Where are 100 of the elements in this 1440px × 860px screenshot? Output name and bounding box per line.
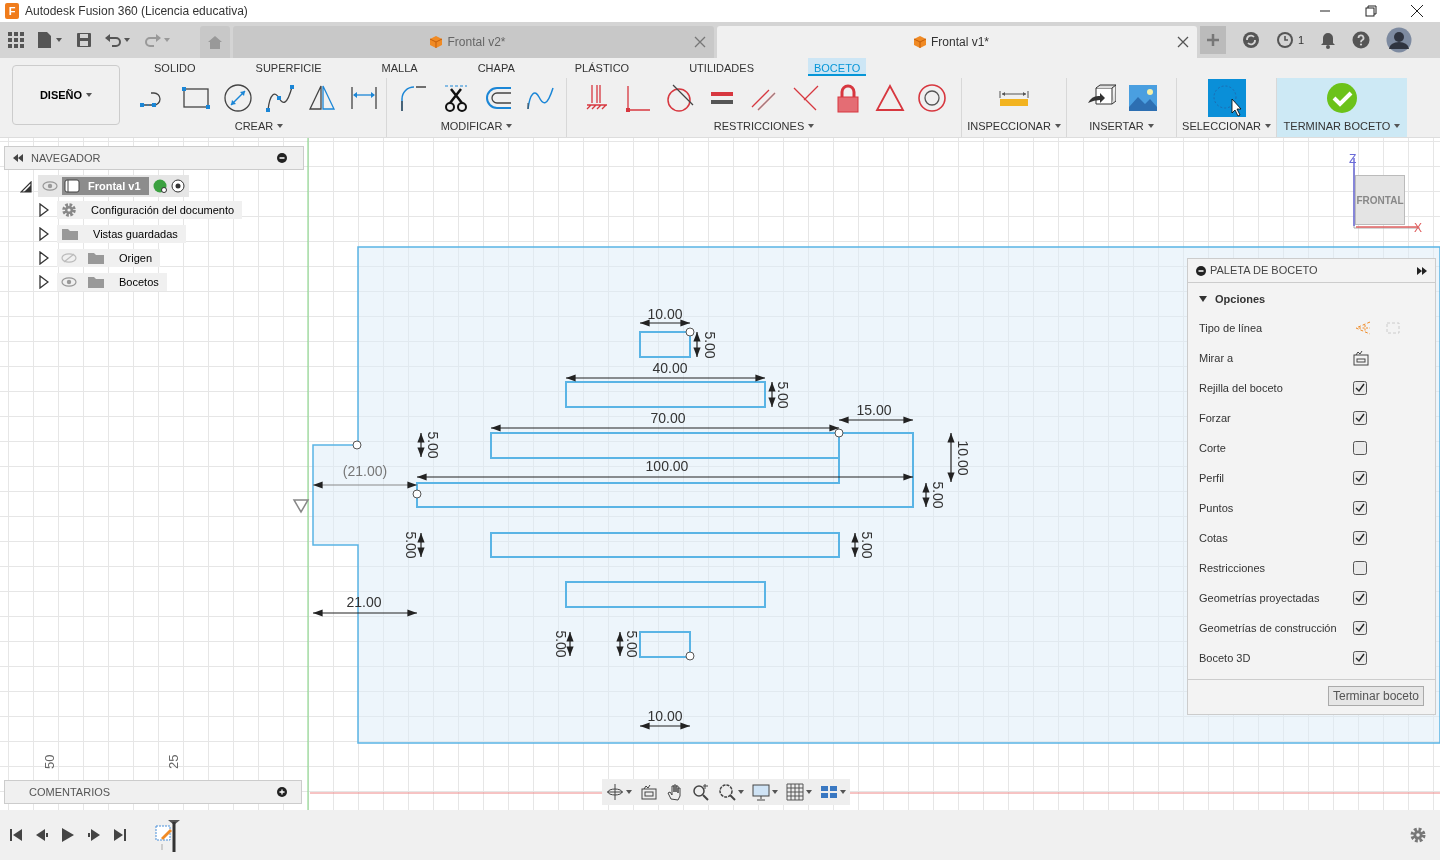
sketch-point[interactable]: [685, 327, 695, 337]
tool-group-menu[interactable]: CREAR: [234, 118, 284, 135]
document-tab[interactable]: Frontal v1*: [717, 26, 1197, 58]
sketch-point[interactable]: [834, 428, 844, 438]
step-forward-icon[interactable]: [88, 829, 100, 841]
checkbox[interactable]: [1353, 411, 1367, 425]
document-tab[interactable]: Frontal v2*: [233, 26, 714, 58]
crossing-lines-icon[interactable]: [791, 83, 821, 113]
zoom-icon[interactable]: [692, 783, 710, 801]
collapse-arrows-icon[interactable]: [13, 154, 23, 162]
perpendicular-icon[interactable]: [623, 83, 653, 113]
skip-end-icon[interactable]: [114, 829, 126, 841]
tangent-circle-icon[interactable]: [665, 83, 695, 113]
toolbar-tab[interactable]: MALLA: [375, 58, 424, 76]
dimension-value[interactable]: 5.00: [624, 630, 641, 658]
clock-icon[interactable]: [1276, 31, 1294, 49]
sketch-point[interactable]: [412, 489, 422, 499]
collapsed-triangle-icon[interactable]: [39, 251, 49, 265]
collapsed-triangle-icon[interactable]: [39, 203, 49, 217]
checkbox[interactable]: [1353, 651, 1367, 665]
collapsed-triangle-icon[interactable]: [39, 227, 49, 241]
display-icon[interactable]: [752, 783, 770, 801]
checkbox[interactable]: [1353, 381, 1367, 395]
dimension-value[interactable]: 100.00: [645, 458, 689, 474]
dimension-value[interactable]: 5.00: [553, 630, 570, 658]
play-icon[interactable]: [62, 828, 74, 842]
checkbox[interactable]: [1353, 531, 1367, 545]
concentric-circles-icon[interactable]: [917, 83, 947, 113]
pointer-icon[interactable]: [1207, 79, 1246, 117]
finish-sketch-button[interactable]: Terminar boceto: [1327, 686, 1424, 706]
close-icon[interactable]: [1177, 36, 1189, 48]
toolbar-tab[interactable]: SUPERFICIE: [249, 58, 328, 76]
activate-badge-icon[interactable]: [152, 179, 167, 193]
dimension-value[interactable]: 15.00: [856, 402, 892, 418]
sketch-feature-icon[interactable]: [152, 818, 182, 852]
triangle-icon[interactable]: [875, 83, 905, 113]
radio-target-icon[interactable]: [170, 179, 185, 193]
tool-group-menu[interactable]: MODIFICAR: [440, 118, 513, 135]
tool-group-menu[interactable]: RESTRICCIONES: [713, 118, 815, 135]
dimension-value[interactable]: 70.00: [650, 410, 686, 426]
checkbox[interactable]: [1353, 561, 1367, 575]
look-at-icon[interactable]: [640, 783, 658, 801]
caret-icon[interactable]: [738, 790, 744, 794]
sketch-point[interactable]: [352, 440, 362, 450]
bell-icon[interactable]: [1320, 31, 1337, 49]
checkbox[interactable]: [1353, 471, 1367, 485]
minus-circle-icon[interactable]: [277, 153, 287, 163]
checkbox[interactable]: [1353, 621, 1367, 635]
viewports-icon[interactable]: [820, 783, 838, 801]
orbit-icon[interactable]: [606, 783, 624, 801]
file-icon[interactable]: [36, 31, 64, 49]
dimension-value[interactable]: 10.00: [955, 440, 972, 476]
checkmark-icon[interactable]: [1326, 82, 1358, 114]
help-icon[interactable]: [1352, 31, 1371, 49]
step-back-icon[interactable]: [36, 829, 48, 841]
expand-arrows-icon[interactable]: [1417, 266, 1427, 275]
look-at-icon[interactable]: [1353, 350, 1369, 366]
dimension-value[interactable]: 5.00: [403, 531, 420, 559]
dimension-value[interactable]: (21.00): [342, 463, 388, 479]
toolbar-tab[interactable]: PLÁSTICO: [568, 58, 636, 76]
toolbar-tab[interactable]: SOLIDO: [148, 58, 202, 76]
skip-start-icon[interactable]: [10, 829, 22, 841]
zoom-window-icon[interactable]: [718, 783, 736, 801]
dimension-value[interactable]: 5.00: [702, 331, 719, 359]
minus-circle-icon[interactable]: [1196, 265, 1206, 276]
apps-grid-icon[interactable]: [8, 32, 24, 48]
hand-icon[interactable]: [666, 783, 684, 801]
dimension-value[interactable]: 5.00: [775, 381, 792, 409]
caret-icon[interactable]: [806, 790, 812, 794]
checkbox[interactable]: [1353, 501, 1367, 515]
settings-icon[interactable]: [1410, 827, 1426, 843]
tree-item[interactable]: Bocetos: [57, 272, 167, 292]
tool-group-menu[interactable]: INSERTAR: [1089, 118, 1154, 135]
tree-item[interactable]: Vistas guardadas: [57, 224, 186, 244]
caret-icon[interactable]: [772, 790, 778, 794]
grid-icon[interactable]: [786, 783, 804, 801]
fillet-icon[interactable]: [398, 83, 429, 113]
image-icon[interactable]: [1127, 83, 1158, 113]
dimension-value[interactable]: 10.00: [647, 708, 683, 724]
dimension-value[interactable]: 40.00: [652, 360, 688, 376]
tree-item[interactable]: Origen: [57, 248, 161, 268]
spline-icon[interactable]: [265, 83, 295, 113]
avatar-icon[interactable]: [1386, 27, 1413, 53]
caret-icon[interactable]: [840, 790, 846, 794]
caret-icon[interactable]: [626, 790, 632, 794]
sketch-point[interactable]: [685, 651, 695, 661]
toolbar-tab[interactable]: CHAPA: [471, 58, 521, 76]
expanded-triangle-icon[interactable]: [20, 180, 32, 193]
undo-icon[interactable]: [104, 32, 132, 48]
dimension-value[interactable]: 10.00: [647, 306, 683, 322]
collapsed-triangle-icon[interactable]: [39, 275, 49, 289]
tree-item[interactable]: Configuración del documento: [57, 200, 243, 220]
tool-group-menu[interactable]: SELECCIONAR: [1182, 118, 1271, 135]
save-icon[interactable]: [76, 32, 92, 48]
dimension-value[interactable]: 5.00: [930, 481, 947, 509]
sync-icon[interactable]: [1242, 31, 1260, 49]
circle-icon[interactable]: [223, 83, 253, 113]
workspace-dropdown[interactable]: DISEÑO: [12, 65, 120, 125]
checkbox[interactable]: [1353, 591, 1367, 605]
tool-group-menu[interactable]: TERMINAR BOCETO: [1283, 118, 1401, 135]
